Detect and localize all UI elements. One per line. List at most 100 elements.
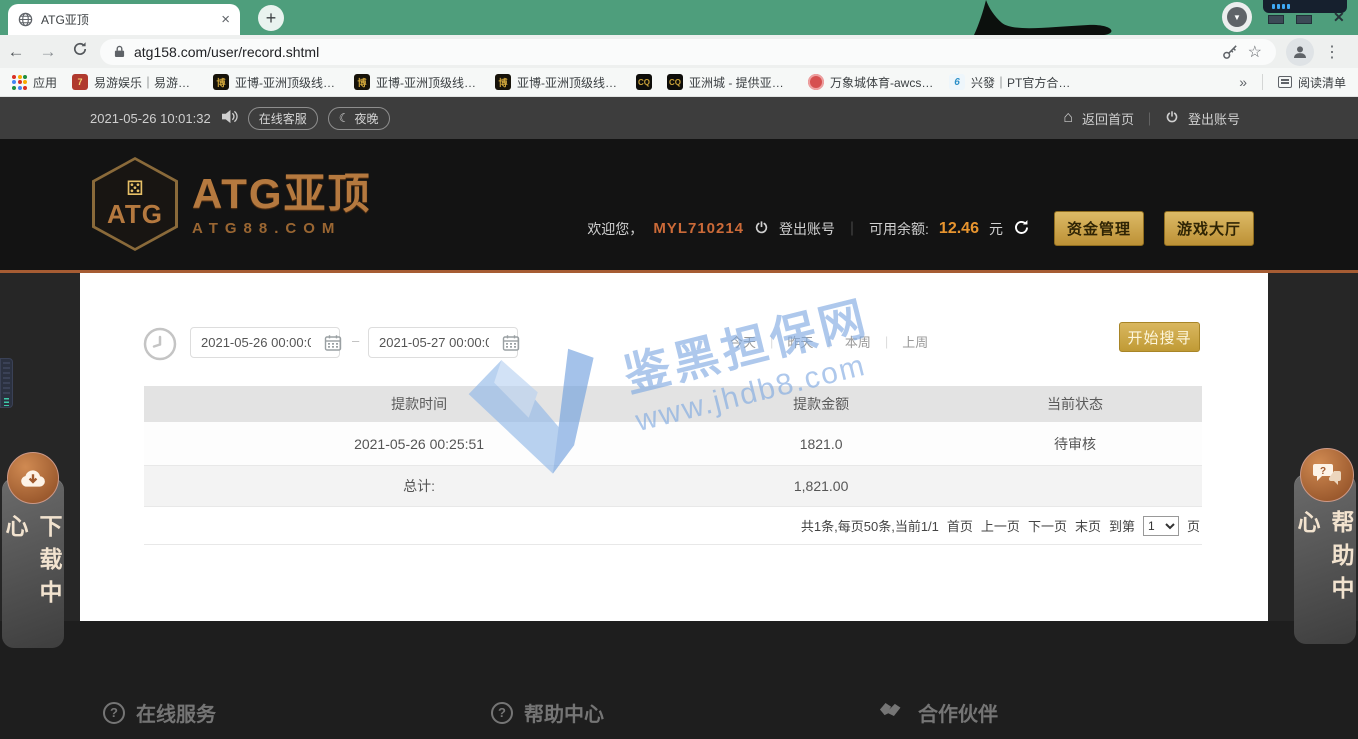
cloud-download-icon[interactable]: [7, 452, 59, 504]
bookmark-favicon: 6: [949, 74, 965, 90]
footer-section-title: 合作伙伴: [918, 698, 998, 727]
caret-down-icon: ▼: [1227, 7, 1247, 27]
dice-icon: ⚄: [126, 179, 143, 199]
browser-titlebar: ATG亚顶 × + ▼ ✕: [0, 0, 1358, 35]
col-current-status: 当前状态: [948, 394, 1202, 414]
pagination-first[interactable]: 首页: [947, 516, 973, 535]
filter-today[interactable]: 今天: [730, 332, 756, 351]
col-withdraw-time: 提款时间: [144, 394, 694, 414]
logo-subtitle: ATG88.COM: [192, 220, 372, 237]
pagination-last[interactable]: 末页: [1075, 516, 1101, 535]
bookmark-star-icon[interactable]: ☆: [1248, 42, 1262, 62]
address-bar[interactable]: atg158.com/user/record.shtml ☆: [100, 39, 1276, 65]
logout-link[interactable]: 登出账号: [779, 219, 835, 239]
bookmark-item[interactable]: 7易游娱乐｜易游电...: [72, 74, 198, 91]
site-footer: ? 在线服务 ? 帮助中心 合作伙伴: [0, 621, 1358, 739]
search-button[interactable]: 开始搜寻: [1119, 322, 1200, 352]
recorder-button[interactable]: [1296, 15, 1312, 24]
total-label: 总计:: [144, 476, 694, 496]
game-lobby-button[interactable]: 游戏大厅: [1164, 211, 1254, 246]
new-tab-button[interactable]: +: [258, 5, 284, 31]
reading-list-icon: [1278, 76, 1292, 88]
pagination: 共1条,每页50条,当前1/1 首页 上一页 下一页 末页 到第 1 页: [144, 507, 1202, 545]
profile-avatar[interactable]: [1286, 38, 1314, 66]
site-logo[interactable]: ⚄ ATG ATG亚顶 ATG88.COM: [92, 157, 372, 251]
filter-yesterday[interactable]: 昨天: [787, 332, 813, 351]
bookmark-item[interactable]: 博亚博-亚洲顶级线上...: [213, 74, 339, 91]
home-icon: ⌂: [1063, 109, 1073, 127]
bookmark-item[interactable]: 6兴發｜PT官方合作...: [949, 74, 1075, 91]
power-icon: [754, 220, 769, 238]
record-panel: – 今天 | 昨天 | 本周 | 上周 开始搜寻 提款时间 提款金额 当前状态: [80, 273, 1268, 621]
footer-section-title: 帮助中心: [524, 698, 604, 727]
tab-title: ATG亚顶: [41, 11, 213, 28]
date-from-input[interactable]: [190, 327, 340, 358]
filter-this-week[interactable]: 本周: [845, 332, 871, 351]
footer-partners: 合作伙伴: [879, 698, 1267, 739]
bookmarks-overflow-icon[interactable]: »: [1239, 74, 1247, 90]
logo-title: ATG亚顶: [192, 171, 372, 217]
extensions-collapse-button[interactable]: ▼: [1222, 2, 1252, 32]
divider: ｜: [1143, 109, 1156, 128]
moon-icon: ☾: [339, 111, 350, 125]
bookmark-favicon: [808, 74, 824, 90]
home-link[interactable]: 返回首页: [1082, 109, 1134, 128]
bookmark-item[interactable]: 博亚博-亚洲顶级线上...: [354, 74, 480, 91]
speaker-icon[interactable]: [221, 109, 238, 127]
pagination-prev[interactable]: 上一页: [981, 516, 1020, 535]
bookmark-item[interactable]: 博亚博-亚洲顶级线上...: [495, 74, 621, 91]
tab-close-icon[interactable]: ×: [221, 12, 230, 27]
browser-toolbar: ← → atg158.com/user/record.shtml ☆ ⋮: [0, 35, 1358, 68]
bookmark-favicon: 博: [213, 74, 229, 90]
footer-section-title: 在线服务: [136, 698, 216, 727]
logout-link[interactable]: 登出账号: [1188, 109, 1240, 128]
bookmark-favicon: 博: [354, 74, 370, 90]
bookmark-item[interactable]: 万象城体育-awcsp...: [808, 74, 934, 91]
bookmarks-bar: 应用 7易游娱乐｜易游电... 博亚博-亚洲顶级线上... 博亚博-亚洲顶级线上…: [0, 68, 1358, 97]
date-to-input[interactable]: [368, 327, 518, 358]
back-button[interactable]: ←: [0, 42, 32, 62]
browser-menu-icon[interactable]: ⋮: [1322, 42, 1342, 62]
pagination-next[interactable]: 下一页: [1028, 516, 1067, 535]
apps-shortcut[interactable]: 应用: [12, 74, 57, 91]
help-center-widget[interactable]: ? 帮助中心: [1292, 448, 1358, 644]
apps-grid-icon: [12, 75, 27, 90]
goto-suffix: 页: [1187, 516, 1200, 535]
forward-button[interactable]: →: [32, 42, 64, 62]
help-center-label: 帮助中心: [1292, 510, 1358, 640]
quick-filters: 今天 | 昨天 | 本周 | 上周: [730, 332, 928, 351]
svg-text:?: ?: [1320, 466, 1326, 477]
bookmark-favicon: CQ: [667, 74, 683, 90]
bookmark-favicon: 博: [495, 74, 511, 90]
reading-list-button[interactable]: 阅读清单: [1278, 74, 1346, 91]
download-center-widget[interactable]: 下载中心: [0, 452, 66, 648]
bookmark-item[interactable]: CQ: [636, 74, 652, 90]
page-select[interactable]: 1: [1143, 516, 1179, 536]
fund-management-button[interactable]: 资金管理: [1054, 211, 1144, 246]
password-key-icon[interactable]: [1222, 43, 1239, 60]
col-withdraw-amount: 提款金额: [694, 394, 948, 414]
page-background: – 今天 | 昨天 | 本周 | 上周 开始搜寻 提款时间 提款金额 当前状态: [0, 273, 1358, 621]
recorder-close-icon[interactable]: ✕: [1333, 9, 1345, 26]
online-service-button[interactable]: 在线客服: [248, 107, 318, 130]
chat-help-icon[interactable]: ?: [1300, 448, 1354, 502]
download-center-label: 下载中心: [0, 514, 66, 644]
edge-tool-widget[interactable]: [0, 358, 13, 408]
recorder-button[interactable]: [1268, 15, 1284, 24]
url-text[interactable]: atg158.com/user/record.shtml: [134, 44, 1213, 60]
bookmark-favicon: CQ: [636, 74, 652, 90]
reload-button[interactable]: [64, 41, 96, 62]
account-bar: 欢迎您， MYL710214 登出账号 ｜ 可用余额: 12.46 元 资金管理…: [587, 213, 1254, 244]
browser-tab[interactable]: ATG亚顶 ×: [8, 4, 240, 35]
divider: [1262, 74, 1263, 90]
night-mode-toggle[interactable]: ☾夜晚: [328, 107, 390, 130]
balance-unit: 元: [989, 219, 1003, 239]
username-text: MYL710214: [653, 220, 744, 237]
refresh-balance-icon[interactable]: [1013, 219, 1030, 239]
pagination-summary: 共1条,每页50条,当前1/1: [801, 516, 939, 535]
cell-withdraw-time: 2021-05-26 00:25:51: [144, 436, 694, 452]
bookmark-item[interactable]: CQ亚洲城 - 提供亚洲...: [667, 74, 793, 91]
footer-online-service: ? 在线服务: [103, 698, 491, 739]
question-circle-icon: ?: [103, 702, 125, 724]
filter-last-week[interactable]: 上周: [902, 332, 928, 351]
